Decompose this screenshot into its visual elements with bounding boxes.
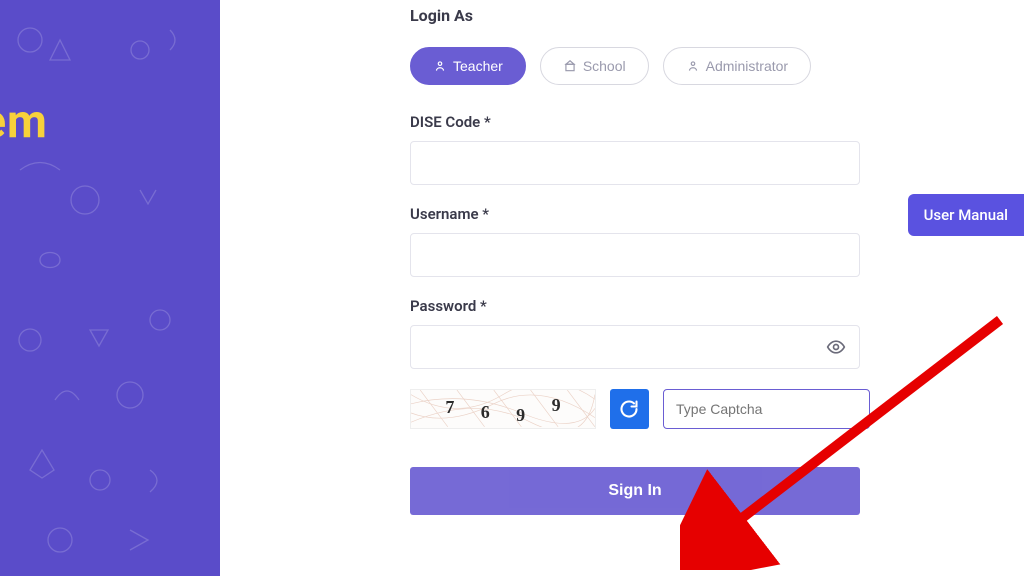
captcha-digit: 6 xyxy=(481,402,490,423)
captcha-image: 7 6 9 9 xyxy=(410,389,596,429)
role-tab-group: Teacher School Administrator xyxy=(410,47,870,85)
sidebar-title: stem xyxy=(0,95,48,149)
password-input[interactable] xyxy=(410,325,860,369)
password-label: Password * xyxy=(410,297,870,315)
teacher-icon xyxy=(433,59,447,73)
role-tab-label: School xyxy=(583,58,626,74)
school-icon xyxy=(563,59,577,73)
administrator-icon xyxy=(686,59,700,73)
captcha-row: 7 6 9 9 xyxy=(410,389,870,429)
login-form: Login As Teacher School Administrator DI… xyxy=(410,0,870,515)
role-tab-label: Administrator xyxy=(706,58,788,74)
dise-code-input[interactable] xyxy=(410,141,860,185)
signin-button[interactable]: Sign In xyxy=(410,467,860,515)
captcha-digit: 9 xyxy=(516,405,525,426)
user-manual-tab[interactable]: User Manual xyxy=(908,194,1024,236)
role-tab-teacher[interactable]: Teacher xyxy=(410,47,526,85)
username-input[interactable] xyxy=(410,233,860,277)
dise-code-group: DISE Code * xyxy=(410,113,870,185)
refresh-icon xyxy=(619,399,639,419)
login-as-label: Login As xyxy=(410,6,870,25)
show-password-icon[interactable] xyxy=(826,337,846,357)
username-group: Username * xyxy=(410,205,870,277)
captcha-digit: 9 xyxy=(552,395,561,416)
dise-code-label: DISE Code * xyxy=(410,113,870,131)
sidebar-panel: stem xyxy=(0,0,220,576)
username-label: Username * xyxy=(410,205,870,223)
captcha-digit: 7 xyxy=(445,397,454,418)
captcha-input[interactable] xyxy=(663,389,870,429)
role-tab-administrator[interactable]: Administrator xyxy=(663,47,811,85)
refresh-captcha-button[interactable] xyxy=(610,389,649,429)
sidebar-pattern-decoration xyxy=(0,0,220,576)
password-group: Password * xyxy=(410,297,870,369)
role-tab-label: Teacher xyxy=(453,58,503,74)
role-tab-school[interactable]: School xyxy=(540,47,649,85)
